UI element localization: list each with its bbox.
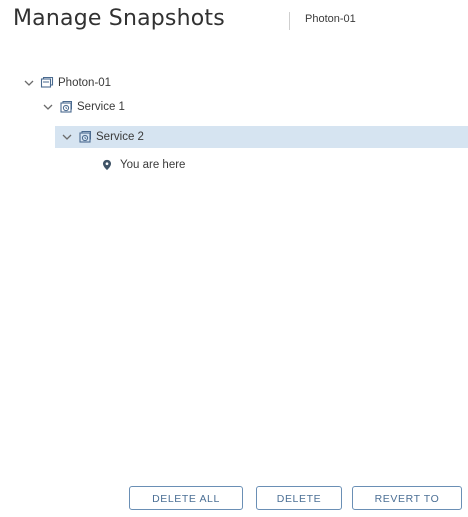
delete-all-button[interactable]: DELETE ALL bbox=[129, 486, 243, 510]
delete-button[interactable]: DELETE bbox=[256, 486, 342, 510]
manage-snapshots-dialog: Manage Snapshots Photon-01 Photon-01 Ser… bbox=[0, 0, 468, 517]
snapshot-icon bbox=[79, 131, 91, 143]
tree-node-label: You are here bbox=[120, 159, 186, 171]
vm-icon bbox=[40, 76, 54, 88]
map-pin-icon bbox=[102, 159, 112, 171]
page-title: Manage Snapshots bbox=[13, 6, 225, 31]
tree-node-label: Service 1 bbox=[77, 101, 125, 113]
tree-node-current-state: You are here bbox=[101, 154, 185, 176]
chevron-down-icon[interactable] bbox=[42, 101, 54, 113]
vm-name-label: Photon-01 bbox=[305, 13, 356, 25]
tree-node-label: Service 2 bbox=[96, 131, 144, 143]
snapshot-icon bbox=[60, 101, 72, 113]
dialog-header: Manage Snapshots Photon-01 bbox=[0, 0, 468, 44]
tree-node-label: Photon-01 bbox=[58, 77, 112, 89]
revert-to-button[interactable]: REVERT TO bbox=[352, 486, 462, 510]
chevron-down-icon[interactable] bbox=[61, 131, 73, 143]
tree-node-service-2[interactable]: Service 2 bbox=[55, 126, 468, 148]
chevron-down-icon[interactable] bbox=[23, 77, 35, 89]
tree-node-photon-01[interactable]: Photon-01 bbox=[23, 72, 111, 94]
tree-node-service-1[interactable]: Service 1 bbox=[42, 96, 125, 118]
title-divider bbox=[289, 12, 290, 30]
